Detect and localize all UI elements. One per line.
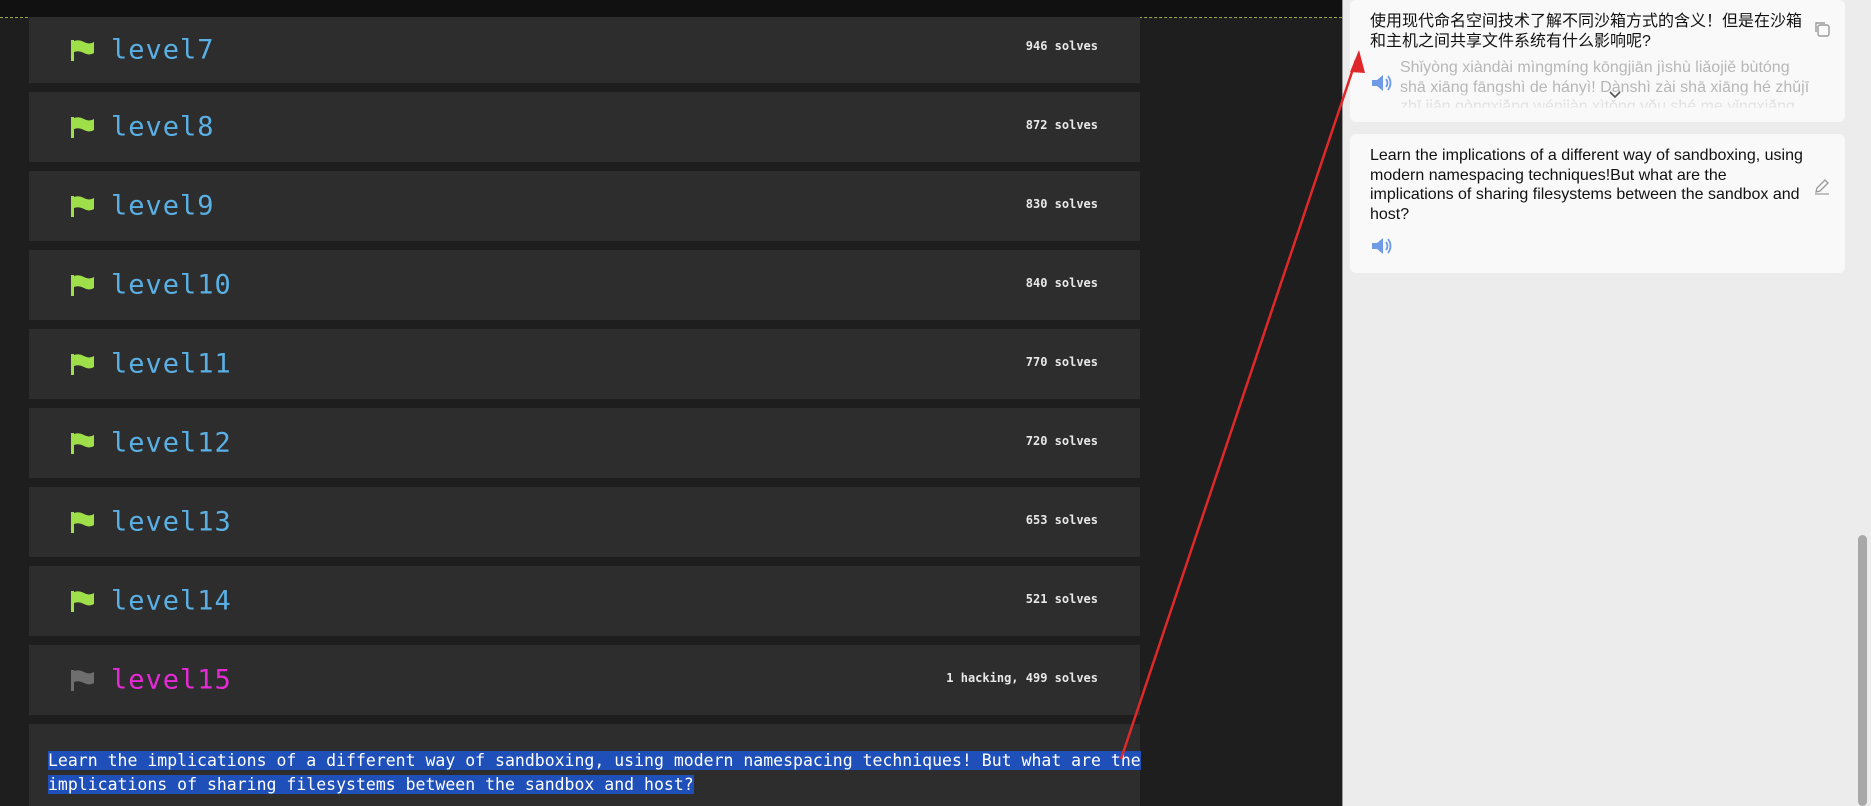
solves-count: 946 solves bbox=[1025, 39, 1098, 53]
solves-count: 1 hacking, 499 solves bbox=[946, 671, 1098, 685]
copy-icon[interactable] bbox=[1813, 20, 1831, 38]
flag-icon bbox=[71, 117, 94, 138]
flag-icon bbox=[71, 40, 94, 61]
level-row[interactable]: level7 946 solves bbox=[29, 17, 1140, 83]
top-bar bbox=[0, 0, 1342, 18]
speaker-icon[interactable] bbox=[1370, 236, 1392, 256]
level-row[interactable]: level8 872 solves bbox=[29, 92, 1140, 162]
level-row[interactable]: level12 720 solves bbox=[29, 408, 1140, 478]
translation-panel: 使用现代命名空间技术了解不同沙箱方式的含义！但是在沙箱和主机之间共享文件系统有什… bbox=[1343, 0, 1871, 806]
chevron-down-icon[interactable] bbox=[1608, 90, 1622, 100]
flag-icon bbox=[71, 354, 94, 375]
solves-count: 830 solves bbox=[1025, 197, 1098, 211]
speaker-icon[interactable] bbox=[1370, 73, 1392, 93]
flag-icon bbox=[71, 512, 94, 533]
level-row[interactable]: level14 521 solves bbox=[29, 566, 1140, 636]
scrollbar[interactable] bbox=[1858, 535, 1867, 806]
english-text: Learn the implications of a different wa… bbox=[1370, 147, 1803, 223]
english-text-card: Learn the implications of a different wa… bbox=[1350, 134, 1845, 273]
solves-count: 872 solves bbox=[1025, 118, 1098, 132]
flag-icon bbox=[71, 433, 94, 454]
level-row[interactable]: level11 770 solves bbox=[29, 329, 1140, 399]
description-line-2: implications of sharing filesystems betw… bbox=[48, 775, 694, 794]
chinese-translation-card: 使用现代命名空间技术了解不同沙箱方式的含义！但是在沙箱和主机之间共享文件系统有什… bbox=[1350, 0, 1845, 122]
level-name[interactable]: level9 bbox=[111, 191, 215, 222]
solves-count: 770 solves bbox=[1025, 355, 1098, 369]
solves-count: 521 solves bbox=[1025, 592, 1098, 606]
level-name[interactable]: level7 bbox=[111, 35, 215, 66]
level-row[interactable]: level13 653 solves bbox=[29, 487, 1140, 557]
level-name[interactable]: level12 bbox=[111, 428, 232, 459]
level-name[interactable]: level13 bbox=[111, 507, 232, 538]
solves-count: 840 solves bbox=[1025, 276, 1098, 290]
flag-icon bbox=[71, 275, 94, 296]
level-name[interactable]: level11 bbox=[111, 349, 232, 380]
challenge-page: level7 946 solves level8 872 solves level9 83… bbox=[0, 0, 1342, 806]
description-line-1: Learn the implications of a different wa… bbox=[48, 751, 1141, 770]
level-description-panel: Learn the implications of a different wa… bbox=[29, 724, 1141, 806]
level-name[interactable]: level8 bbox=[111, 112, 215, 143]
solves-count: 720 solves bbox=[1025, 434, 1098, 448]
level-description[interactable]: Learn the implications of a different wa… bbox=[48, 749, 1148, 797]
edit-icon[interactable] bbox=[1813, 177, 1831, 195]
level-list: level7 946 solves level8 872 solves level9 83… bbox=[29, 17, 1140, 724]
flag-icon bbox=[71, 196, 94, 217]
flag-icon bbox=[71, 670, 94, 691]
level-name[interactable]: level10 bbox=[111, 270, 232, 301]
chinese-text: 使用现代命名空间技术了解不同沙箱方式的含义！但是在沙箱和主机之间共享文件系统有什… bbox=[1370, 13, 1803, 50]
level-name[interactable]: level15 bbox=[111, 665, 232, 696]
level-name[interactable]: level14 bbox=[111, 586, 232, 617]
level-row[interactable]: level9 830 solves bbox=[29, 171, 1140, 241]
level-row[interactable]: level10 840 solves bbox=[29, 250, 1140, 320]
flag-icon bbox=[71, 591, 94, 612]
solves-count: 653 solves bbox=[1025, 513, 1098, 527]
level-row[interactable]: level15 1 hacking, 499 solves bbox=[29, 645, 1140, 715]
